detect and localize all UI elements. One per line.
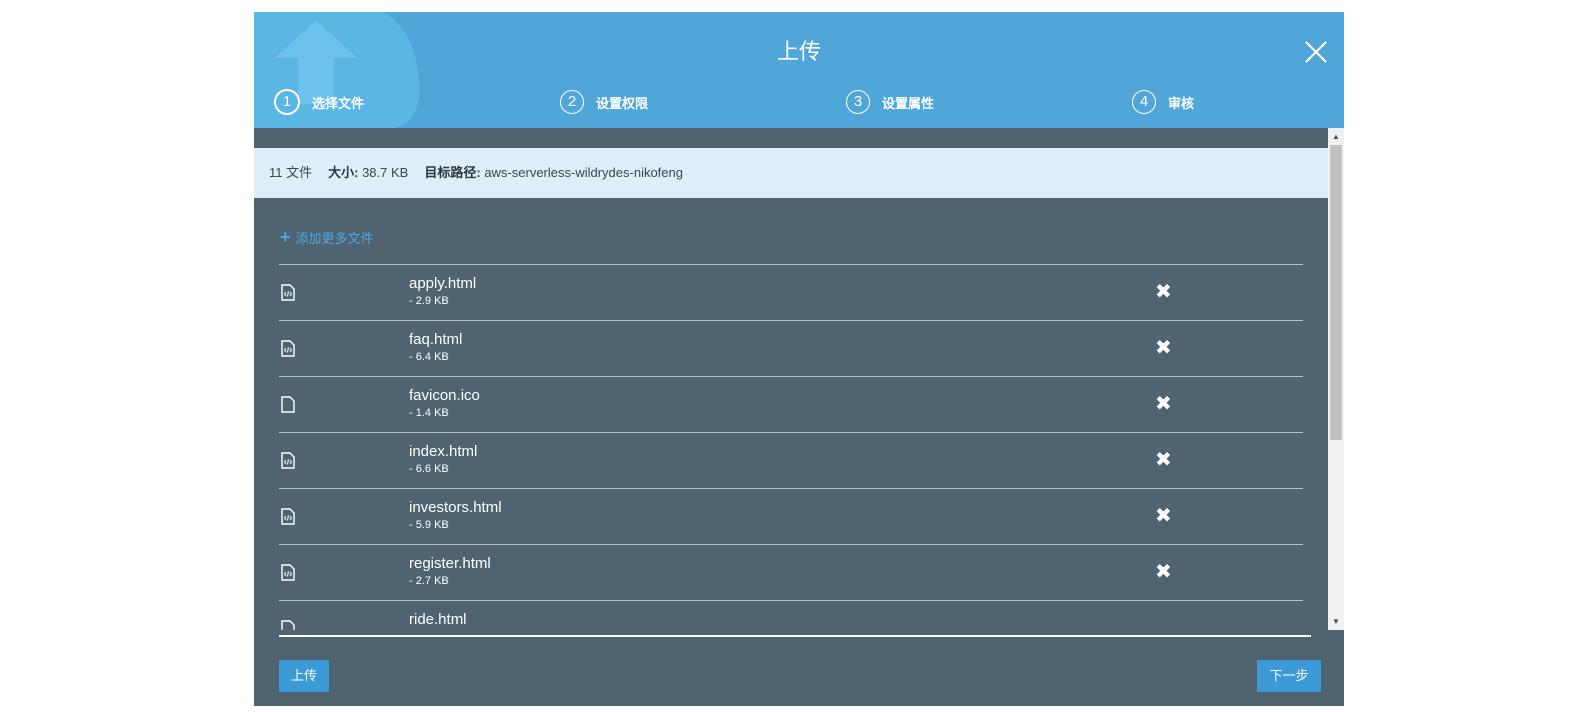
upload-button[interactable]: 上传	[279, 660, 329, 692]
size-label: 大小:	[328, 165, 359, 180]
step-select-files[interactable]: 1 选择文件	[274, 89, 364, 115]
scroll-down-arrow-icon[interactable]: ▼	[1328, 613, 1344, 630]
html-file-icon	[281, 284, 295, 301]
file-row: ride.html	[279, 600, 1303, 630]
plus-icon: +	[280, 227, 291, 247]
file-icon	[281, 396, 295, 413]
file-count: 11 文件	[269, 165, 313, 180]
html-file-icon	[281, 508, 295, 525]
file-row: register.html - 2.7 KB ✖	[279, 544, 1303, 600]
scroll-up-arrow-icon[interactable]: ▲	[1328, 128, 1344, 145]
file-row: favicon.ico - 1.4 KB ✖	[279, 376, 1303, 432]
step-label: 设置权限	[596, 95, 649, 111]
header-spacer	[254, 128, 1328, 148]
file-row: faq.html - 6.4 KB ✖	[279, 320, 1303, 376]
file-name: investors.html	[409, 499, 502, 516]
remove-file-icon[interactable]: ✖	[1155, 338, 1172, 358]
html-file-icon	[281, 620, 295, 630]
file-size: - 2.9 KB	[409, 295, 449, 307]
upload-summary-bar: 11 文件 大小: 38.7 KB 目标路径: aws-serverless-wil…	[254, 148, 1328, 198]
close-icon[interactable]	[1304, 40, 1328, 64]
remove-file-icon[interactable]: ✖	[1155, 450, 1172, 470]
step-number: 3	[846, 90, 870, 114]
file-size: - 6.6 KB	[409, 463, 449, 475]
step-number: 1	[274, 89, 300, 115]
remove-file-icon[interactable]: ✖	[1155, 282, 1172, 302]
step-set-properties[interactable]: 3 设置属性	[846, 89, 934, 115]
html-file-icon	[281, 564, 295, 581]
file-row: apply.html - 2.9 KB ✖	[279, 264, 1303, 320]
file-name: register.html	[409, 555, 491, 572]
wizard-steps: 1 选择文件 2 设置权限 3 设置属性 4 审核	[254, 89, 1344, 115]
size-value: 38.7 KB	[362, 165, 409, 180]
remove-file-icon[interactable]: ✖	[1155, 506, 1172, 526]
scroll-thumb[interactable]	[1330, 145, 1342, 440]
file-row: investors.html - 5.9 KB ✖	[279, 488, 1303, 544]
file-size: - 6.4 KB	[409, 351, 449, 363]
file-name: favicon.ico	[409, 387, 480, 404]
file-size: - 5.9 KB	[409, 519, 449, 531]
step-label: 选择文件	[312, 95, 365, 111]
next-step-button[interactable]: 下一步	[1257, 660, 1321, 692]
file-size: - 2.7 KB	[409, 575, 449, 587]
upload-dialog: 上传 1 选择文件 2 设置权限 3 设置属性 4 审核 11 文件 大小: 3…	[254, 12, 1344, 706]
file-list: apply.html - 2.9 KB ✖ faq.html - 6.4 KB …	[279, 264, 1303, 630]
dialog-title: 上传	[776, 39, 821, 64]
html-file-icon	[281, 340, 295, 357]
list-bottom-divider	[279, 635, 1311, 637]
file-list-scrollbar[interactable]: ▲ ▼	[1328, 128, 1344, 630]
dialog-footer: 上传 下一步	[254, 630, 1344, 706]
file-list-area: + 添加更多文件 apply.html - 2.9 KB ✖ faq.html …	[254, 198, 1328, 630]
file-name: index.html	[409, 443, 478, 460]
remove-file-icon[interactable]: ✖	[1155, 394, 1172, 414]
file-name: apply.html	[409, 275, 477, 292]
target-path-value: aws-serverless-wildrydes-nikofeng	[484, 165, 683, 180]
file-row: index.html - 6.6 KB ✖	[279, 432, 1303, 488]
step-number: 2	[560, 90, 584, 114]
step-number: 4	[1132, 90, 1156, 114]
add-more-files-link[interactable]: + 添加更多文件	[280, 228, 374, 247]
step-label: 审核	[1168, 95, 1195, 111]
step-review[interactable]: 4 审核	[1132, 89, 1194, 115]
file-size: - 1.4 KB	[409, 407, 449, 419]
html-file-icon	[281, 452, 295, 469]
remove-file-icon[interactable]: ✖	[1155, 562, 1172, 582]
target-path-label: 目标路径:	[424, 165, 481, 180]
dialog-header: 上传 1 选择文件 2 设置权限 3 设置属性 4 审核	[254, 12, 1344, 128]
step-label: 设置属性	[882, 95, 935, 111]
file-name: faq.html	[409, 331, 463, 348]
add-more-label: 添加更多文件	[295, 231, 374, 246]
file-name: ride.html	[409, 611, 467, 628]
step-set-permissions[interactable]: 2 设置权限	[560, 89, 648, 115]
